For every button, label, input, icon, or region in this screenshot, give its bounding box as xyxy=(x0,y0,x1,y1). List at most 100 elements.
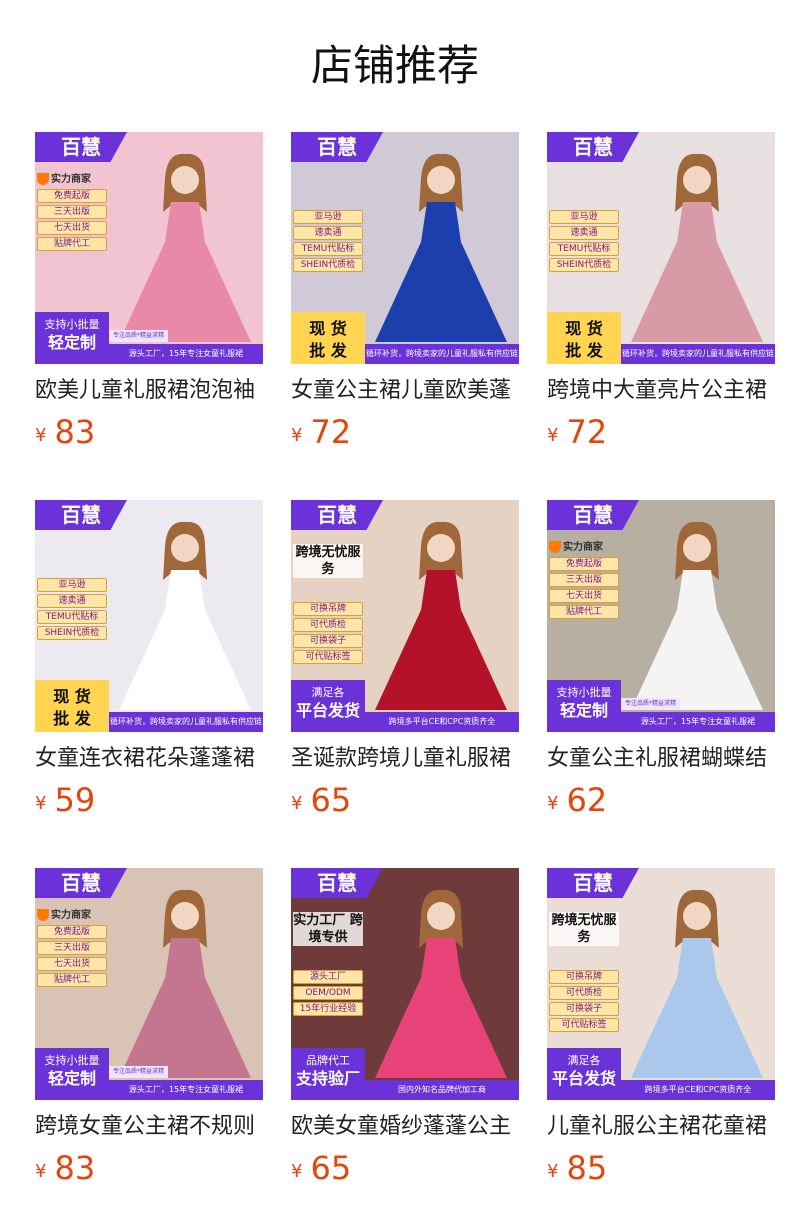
feature-tag: 三天出版 xyxy=(37,941,107,955)
product-price: ¥85 xyxy=(547,1150,775,1190)
feature-tag: 三天出版 xyxy=(37,205,107,219)
feature-tag: 可换袋子 xyxy=(549,1002,619,1016)
feature-tag: 七天出货 xyxy=(37,957,107,971)
feature-tag: 亚马逊 xyxy=(549,210,619,224)
promo-large-text: 支持验厂 xyxy=(295,1069,360,1088)
product-image[interactable]: 百慧 实力商家 免费起版 三天出版 七天出货 贴牌代工 支持小批量 轻定制 专注品质*精益求精源… xyxy=(547,500,775,732)
page-title: 店铺推荐 xyxy=(310,41,479,90)
promo-large-text: 平台发货 xyxy=(295,701,360,720)
feature-tags: 可换吊牌 可代质检 可换袋子 可代贴标签 xyxy=(291,600,363,664)
product-name[interactable]: 圣诞款跨境儿童礼服裙 xyxy=(291,744,523,774)
currency-symbol: ¥ xyxy=(547,793,559,814)
footer-tagline: 专注品质*精益求精 xyxy=(109,330,169,342)
feature-tag: 亚马逊 xyxy=(293,210,363,224)
promo-badge: 品牌代工 支持验厂 xyxy=(291,1048,365,1100)
product-card[interactable]: 百慧 实力工厂 跨境专供 源头工厂 OEM/ODM 15年行业经验 品牌代工 支持验厂 国内外… xyxy=(291,868,519,1190)
promo-small-text: 满足各 xyxy=(311,686,345,699)
promo-small-text: 支持小批量 xyxy=(44,318,100,331)
product-name[interactable]: 欧美儿童礼服裙泡泡袖 xyxy=(35,376,267,406)
promo-small-text: 品牌代工 xyxy=(306,1054,350,1067)
feature-tags: 实力商家 免费起版 三天出版 七天出货 贴牌代工 xyxy=(35,170,107,251)
product-image[interactable]: 百慧 亚马逊 速卖通 TEMU代贴标 SHEIN代质检现 货批 发循环补货，跨境卖家的儿… xyxy=(35,500,263,732)
product-image[interactable]: 百慧 亚马逊 速卖通 TEMU代贴标 SHEIN代质检现 货批 发循环补货，跨境卖家的儿… xyxy=(547,132,775,364)
feature-tag: SHEIN代质检 xyxy=(37,626,107,640)
product-price: ¥72 xyxy=(547,414,775,454)
promo-large-text: 批 发 xyxy=(309,341,347,360)
product-image[interactable]: 百慧 跨境无忧服务 可换吊牌 可代质检 可换袋子 可代贴标签 满足各 平台发货 跨境多平台CE和… xyxy=(547,868,775,1100)
product-card[interactable]: 百慧 亚马逊 速卖通 TEMU代贴标 SHEIN代质检现 货批 发循环补货，跨境卖家的儿… xyxy=(291,132,519,454)
feature-tag: 可代贴标签 xyxy=(293,650,363,664)
product-price: ¥83 xyxy=(35,1150,263,1190)
feature-tag: 七天出货 xyxy=(549,589,619,603)
feature-tags: 实力商家免费起版三天出版七天出货贴牌代工 xyxy=(547,538,619,619)
product-price: ¥65 xyxy=(291,782,519,822)
feature-tag: 免费起版 xyxy=(549,557,619,571)
seal-badge: 实力商家 xyxy=(549,538,619,553)
feature-tag: 三天出版 xyxy=(549,573,619,587)
product-name[interactable]: 女童连衣裙花朵蓬蓬裙 xyxy=(35,744,267,774)
product-name[interactable]: 欧美女童婚纱蓬蓬公主 xyxy=(291,1112,523,1142)
image-headline: 跨境无忧服务 xyxy=(293,544,363,578)
price-amount: 72 xyxy=(310,413,352,451)
promo-large-text: 批 发 xyxy=(53,709,91,728)
footer-tagline: 专注品质*精益求精 xyxy=(109,1066,169,1078)
product-card[interactable]: 百慧 亚马逊 速卖通 TEMU代贴标 SHEIN代质检现 货批 发循环补货，跨境卖家的儿… xyxy=(35,500,263,822)
product-name[interactable]: 儿童礼服公主裙花童裙 xyxy=(547,1112,779,1142)
image-headline: 实力工厂 跨境专供 xyxy=(293,912,363,946)
promo-large-text: 轻定制 xyxy=(559,701,608,720)
feature-tag: SHEIN代质检 xyxy=(293,258,363,272)
feature-tags: 实力商家 免费起版 三天出版 七天出货 贴牌代工 xyxy=(35,906,107,987)
product-image[interactable]: 百慧 跨境无忧服务 可换吊牌 可代质检 可换袋子 可代贴标签 满足各 平台发货 跨境多平台CE和… xyxy=(291,500,519,732)
product-card[interactable]: 百慧 跨境无忧服务 可换吊牌 可代质检 可换袋子 可代贴标签 满足各 平台发货 跨境多平台CE和… xyxy=(291,500,519,822)
feature-tag: TEMU代贴标 xyxy=(37,610,107,624)
feature-tag: 贴牌代工 xyxy=(549,605,619,619)
feature-tag: 可换吊牌 xyxy=(293,602,363,616)
promo-small-text: 现 货 xyxy=(565,319,603,338)
promo-badge: 现 货批 发 xyxy=(547,312,621,364)
footer-banner: 跨境多平台CE和CPC资质齐全 xyxy=(365,712,519,732)
product-image[interactable]: 百慧 实力商家 免费起版 三天出版 七天出货 贴牌代工 支持小批量 轻定制 专注品质*精益求精源… xyxy=(35,868,263,1100)
feature-tag: 免费起版 xyxy=(37,189,107,203)
product-name[interactable]: 女童公主礼服裙蝴蝶结 xyxy=(547,744,779,774)
promo-large-text: 轻定制 xyxy=(47,1069,96,1088)
feature-tag: TEMU代贴标 xyxy=(293,242,363,256)
currency-symbol: ¥ xyxy=(291,425,303,446)
price-amount: 59 xyxy=(54,781,96,819)
feature-tag: 源头工厂 xyxy=(293,970,363,984)
feature-tag: 贴牌代工 xyxy=(37,237,107,251)
footer-banner: 跨境多平台CE和CPC资质齐全 xyxy=(621,1080,775,1100)
footer-banner: 源头工厂，15年专注女童礼服裙 xyxy=(109,1080,263,1100)
product-name[interactable]: 跨境中大童亮片公主裙 xyxy=(547,376,779,406)
feature-tag: SHEIN代质检 xyxy=(549,258,619,272)
feature-tag: 可换吊牌 xyxy=(549,970,619,984)
price-amount: 85 xyxy=(566,1149,608,1187)
product-image[interactable]: 百慧 实力商家 免费起版 三天出版 七天出货 贴牌代工 支持小批量 轻定制 专注品质*精益求精源… xyxy=(35,132,263,364)
feature-tag: 速卖通 xyxy=(293,226,363,240)
seal-badge: 实力商家 xyxy=(37,170,107,185)
shield-icon xyxy=(37,173,49,185)
feature-tag: 亚马逊 xyxy=(37,578,107,592)
footer-banner: 循环补货，跨境卖家的儿童礼服私有供应链 xyxy=(109,712,263,732)
product-name[interactable]: 女童公主裙儿童欧美蓬 xyxy=(291,376,523,406)
image-headline: 跨境无忧服务 xyxy=(549,912,619,946)
product-card[interactable]: 百慧 实力商家 免费起版 三天出版 七天出货 贴牌代工 支持小批量 轻定制 专注品质*精益求精源… xyxy=(547,500,775,822)
product-name[interactable]: 跨境女童公主裙不规则 xyxy=(35,1112,267,1142)
promo-small-text: 支持小批量 xyxy=(556,686,612,699)
product-card[interactable]: 百慧 实力商家 免费起版 三天出版 七天出货 贴牌代工 支持小批量 轻定制 专注品质*精益求精源… xyxy=(35,868,263,1190)
seal-badge: 实力商家 xyxy=(37,906,107,921)
product-card[interactable]: 百慧 跨境无忧服务 可换吊牌 可代质检 可换袋子 可代贴标签 满足各 平台发货 跨境多平台CE和… xyxy=(547,868,775,1190)
product-price: ¥65 xyxy=(291,1150,519,1190)
price-amount: 65 xyxy=(310,1149,352,1187)
currency-symbol: ¥ xyxy=(35,1161,47,1182)
product-card[interactable]: 百慧 实力商家 免费起版 三天出版 七天出货 贴牌代工 支持小批量 轻定制 专注品质*精益求精源… xyxy=(35,132,263,454)
product-card[interactable]: 百慧 亚马逊 速卖通 TEMU代贴标 SHEIN代质检现 货批 发循环补货，跨境卖家的儿… xyxy=(547,132,775,454)
product-image[interactable]: 百慧 亚马逊 速卖通 TEMU代贴标 SHEIN代质检现 货批 发循环补货，跨境卖家的儿… xyxy=(291,132,519,364)
feature-tag: 可代贴标签 xyxy=(549,1018,619,1032)
product-image[interactable]: 百慧 实力工厂 跨境专供 源头工厂 OEM/ODM 15年行业经验 品牌代工 支持验厂 国内外… xyxy=(291,868,519,1100)
feature-tag: 可代质检 xyxy=(549,986,619,1000)
promo-small-text: 现 货 xyxy=(309,319,347,338)
promo-badge: 现 货批 发 xyxy=(35,680,109,732)
feature-tag: 速卖通 xyxy=(549,226,619,240)
feature-tag: 15年行业经验 xyxy=(293,1002,363,1016)
currency-symbol: ¥ xyxy=(35,793,47,814)
